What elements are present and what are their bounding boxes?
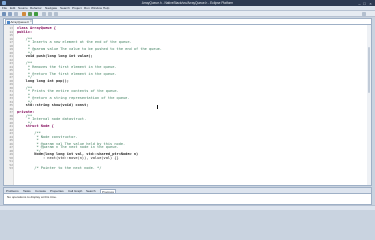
editor-vertical-scrollbar[interactable] <box>367 25 371 185</box>
code-line: 53 /* Pointer to the next node. */ <box>4 166 364 170</box>
window-title: ArrayQueue.h - NativeStack/src/ArrayQueu… <box>141 1 234 5</box>
main-toolbar <box>0 11 375 17</box>
menu-file[interactable]: File <box>2 6 7 11</box>
save-icon[interactable] <box>8 12 12 16</box>
line-text: /* Pointer to the next node. */ <box>17 166 102 170</box>
print-icon[interactable] <box>14 12 18 16</box>
panel-message: No operations to display at this time. <box>7 194 57 199</box>
line-number: 53 <box>9 166 13 170</box>
menu-search[interactable]: Search <box>60 6 70 11</box>
run-icon[interactable] <box>34 12 38 16</box>
search-icon[interactable] <box>42 12 46 16</box>
menu-help[interactable]: Help <box>103 6 109 11</box>
forward-icon[interactable] <box>54 12 58 16</box>
menu-navigate[interactable]: Navigate <box>45 6 57 11</box>
scrollbar-thumb[interactable] <box>367 47 371 93</box>
menu-project[interactable]: Project <box>72 6 82 11</box>
code-editor: ArrayQueue.h × 13 class ArrayQueue { 14 pu… <box>3 18 372 186</box>
back-icon[interactable] <box>48 12 52 16</box>
new-file-icon[interactable] <box>2 12 6 16</box>
menu-run[interactable]: Run <box>84 6 90 11</box>
debug-icon[interactable] <box>28 12 32 16</box>
menu-refactor[interactable]: Refactor <box>30 6 42 11</box>
close-icon[interactable]: × <box>368 1 373 6</box>
menu-edit[interactable]: Edit <box>10 6 15 11</box>
progress-panel: No operations to display at this time. <box>3 193 372 205</box>
status-bar <box>0 205 375 210</box>
build-icon[interactable] <box>22 12 26 16</box>
menu-source[interactable]: Source <box>18 6 28 11</box>
menu-window[interactable]: Window <box>91 6 102 11</box>
maximize-icon[interactable]: □ <box>362 1 367 6</box>
code-area[interactable]: 13 class ArrayQueue { 14 public: 15 16 /**… <box>4 25 371 185</box>
perspective-icon[interactable] <box>362 12 366 16</box>
text-caret <box>157 105 158 109</box>
eclipse-app-icon <box>2 1 6 5</box>
